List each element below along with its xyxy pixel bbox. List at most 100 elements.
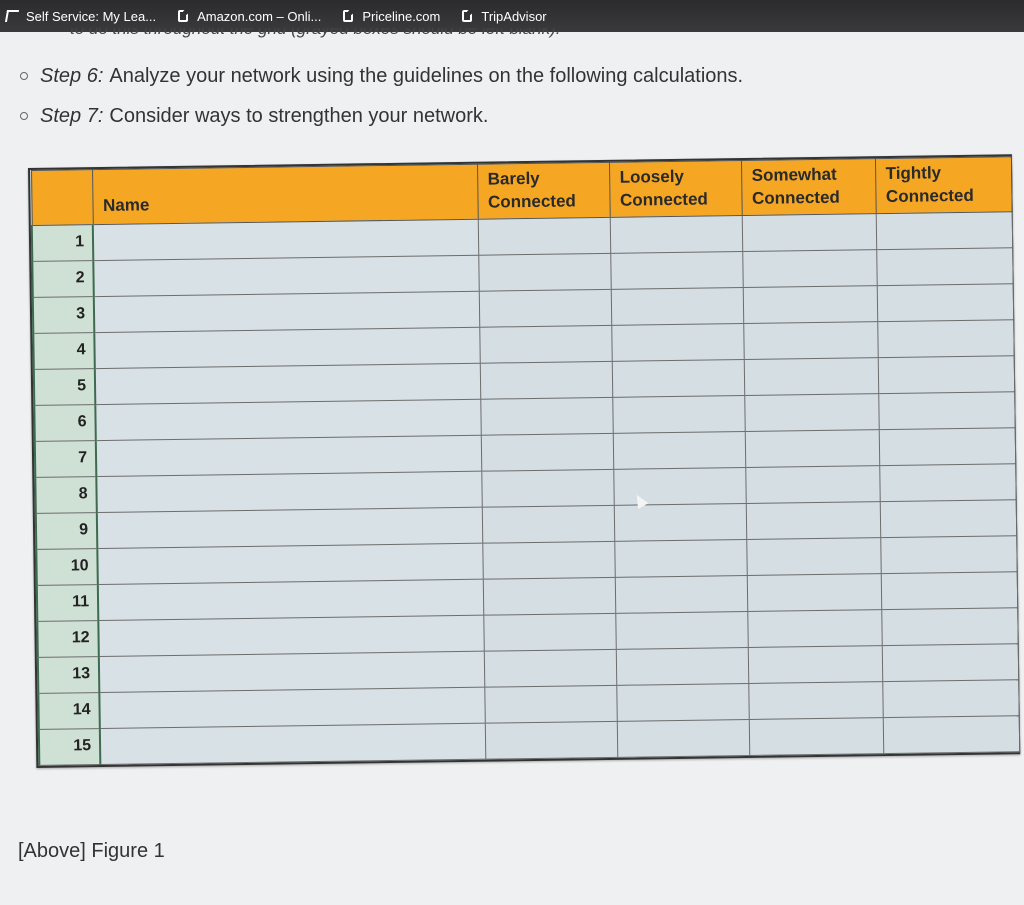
bookmark-amazon[interactable]: Amazon.com – Onli... bbox=[178, 9, 321, 24]
somewhat-connected-cell[interactable] bbox=[741, 213, 877, 252]
loosely-connected-cell[interactable] bbox=[614, 539, 747, 578]
tightly-connected-cell[interactable] bbox=[875, 211, 1013, 250]
barely-connected-cell[interactable] bbox=[484, 721, 618, 760]
bookmark-label: Self Service: My Lea... bbox=[26, 8, 157, 24]
somewhat-connected-cell[interactable] bbox=[743, 321, 878, 360]
loosely-connected-cell[interactable] bbox=[609, 215, 743, 254]
loosely-connected-cell[interactable] bbox=[615, 611, 748, 650]
somewhat-connected-cell[interactable] bbox=[748, 681, 883, 720]
somewhat-connected-cell[interactable] bbox=[742, 249, 877, 288]
barely-connected-cell[interactable] bbox=[483, 649, 617, 688]
barely-connected-cell[interactable] bbox=[480, 433, 614, 472]
name-cell[interactable] bbox=[98, 615, 484, 657]
bullet-icon bbox=[20, 112, 28, 120]
name-cell[interactable] bbox=[95, 399, 481, 441]
row-number: 2 bbox=[32, 260, 94, 298]
name-cell[interactable] bbox=[94, 363, 481, 405]
row-number: 5 bbox=[33, 368, 96, 406]
name-cell[interactable] bbox=[96, 507, 483, 549]
loosely-connected-cell[interactable] bbox=[616, 683, 749, 722]
step-6: Step 6: Analyze your network using the g… bbox=[20, 56, 743, 96]
somewhat-connected-cell[interactable] bbox=[745, 465, 880, 504]
somewhat-connected-cell[interactable] bbox=[748, 717, 884, 756]
barely-connected-cell[interactable] bbox=[482, 541, 615, 580]
bookmark-self-service[interactable]: Self Service: My Lea... bbox=[4, 8, 157, 24]
barely-connected-cell[interactable] bbox=[484, 685, 617, 724]
name-cell[interactable] bbox=[99, 687, 485, 729]
bookmark-label: TripAdvisor bbox=[481, 8, 547, 24]
row-number: 3 bbox=[32, 296, 95, 334]
row-number: 1 bbox=[31, 224, 94, 262]
somewhat-connected-cell[interactable] bbox=[746, 573, 882, 612]
header-loosely-connected: Loosely Connected bbox=[608, 160, 742, 218]
bullet-icon bbox=[20, 72, 28, 80]
loosely-connected-cell[interactable] bbox=[610, 287, 744, 326]
bookmark-page-icon bbox=[343, 10, 354, 22]
barely-connected-cell[interactable] bbox=[479, 325, 612, 364]
row-number: 15 bbox=[38, 728, 101, 766]
tightly-connected-cell[interactable] bbox=[877, 355, 1015, 394]
name-cell[interactable] bbox=[93, 291, 480, 333]
bookmark-tripadvisor[interactable]: TripAdvisor bbox=[462, 8, 547, 24]
tightly-connected-cell[interactable] bbox=[876, 283, 1014, 322]
tightly-connected-cell[interactable] bbox=[878, 427, 1016, 466]
tightly-connected-cell[interactable] bbox=[881, 607, 1018, 646]
bookmark-label: Amazon.com – Onli... bbox=[197, 8, 322, 24]
bookmark-priceline[interactable]: Priceline.com bbox=[343, 9, 440, 24]
bookmark-page-icon bbox=[462, 10, 473, 22]
somewhat-connected-cell[interactable] bbox=[744, 393, 879, 432]
loosely-connected-cell[interactable] bbox=[611, 359, 745, 398]
loosely-connected-cell[interactable] bbox=[612, 395, 745, 434]
loosely-connected-cell[interactable] bbox=[612, 431, 746, 470]
somewhat-connected-cell[interactable] bbox=[742, 285, 878, 324]
name-cell[interactable] bbox=[99, 723, 486, 765]
somewhat-connected-cell[interactable] bbox=[746, 537, 881, 576]
somewhat-connected-cell[interactable] bbox=[743, 357, 879, 396]
somewhat-connected-cell[interactable] bbox=[747, 645, 883, 684]
self-service-icon bbox=[4, 10, 20, 22]
row-number: 10 bbox=[36, 548, 98, 586]
tightly-connected-cell[interactable] bbox=[880, 535, 1017, 574]
bookmark-label: Priceline.com bbox=[362, 8, 441, 24]
name-cell[interactable] bbox=[95, 435, 482, 477]
barely-connected-cell[interactable] bbox=[478, 289, 612, 328]
barely-connected-cell[interactable] bbox=[478, 253, 611, 292]
tightly-connected-cell[interactable] bbox=[882, 679, 1019, 718]
tightly-connected-cell[interactable] bbox=[882, 715, 1020, 754]
barely-connected-cell[interactable] bbox=[479, 361, 613, 400]
row-number: 8 bbox=[35, 476, 97, 514]
loosely-connected-cell[interactable] bbox=[611, 323, 744, 362]
row-number: 11 bbox=[36, 584, 99, 622]
tightly-connected-cell[interactable] bbox=[879, 499, 1017, 538]
tightly-connected-cell[interactable] bbox=[876, 247, 1013, 286]
barely-connected-cell[interactable] bbox=[480, 397, 613, 436]
somewhat-connected-cell[interactable] bbox=[744, 429, 880, 468]
loosely-connected-cell[interactable] bbox=[614, 575, 748, 614]
name-cell[interactable] bbox=[94, 327, 480, 369]
somewhat-connected-cell[interactable] bbox=[747, 609, 882, 648]
barely-connected-cell[interactable] bbox=[483, 613, 616, 652]
loosely-connected-cell[interactable] bbox=[615, 647, 749, 686]
barely-connected-cell[interactable] bbox=[477, 217, 611, 256]
barely-connected-cell[interactable] bbox=[481, 469, 614, 508]
header-name: Name bbox=[92, 164, 478, 225]
name-cell[interactable] bbox=[97, 543, 483, 585]
barely-connected-cell[interactable] bbox=[482, 577, 616, 616]
loosely-connected-cell[interactable] bbox=[610, 251, 743, 290]
tightly-connected-cell[interactable] bbox=[877, 319, 1014, 358]
barely-connected-cell[interactable] bbox=[481, 505, 615, 544]
name-cell[interactable] bbox=[92, 219, 479, 261]
loosely-connected-cell[interactable] bbox=[616, 719, 750, 758]
loosely-connected-cell[interactable] bbox=[613, 503, 747, 542]
tightly-connected-cell[interactable] bbox=[878, 391, 1015, 430]
name-cell[interactable] bbox=[98, 651, 485, 693]
tightly-connected-cell[interactable] bbox=[879, 463, 1016, 502]
tightly-connected-cell[interactable] bbox=[881, 643, 1019, 682]
name-cell[interactable] bbox=[96, 471, 482, 513]
name-cell[interactable] bbox=[97, 579, 484, 621]
tightly-connected-cell[interactable] bbox=[880, 571, 1018, 610]
row-number: 13 bbox=[37, 656, 100, 694]
somewhat-connected-cell[interactable] bbox=[745, 501, 881, 540]
row-number: 9 bbox=[35, 512, 98, 550]
name-cell[interactable] bbox=[93, 255, 479, 297]
